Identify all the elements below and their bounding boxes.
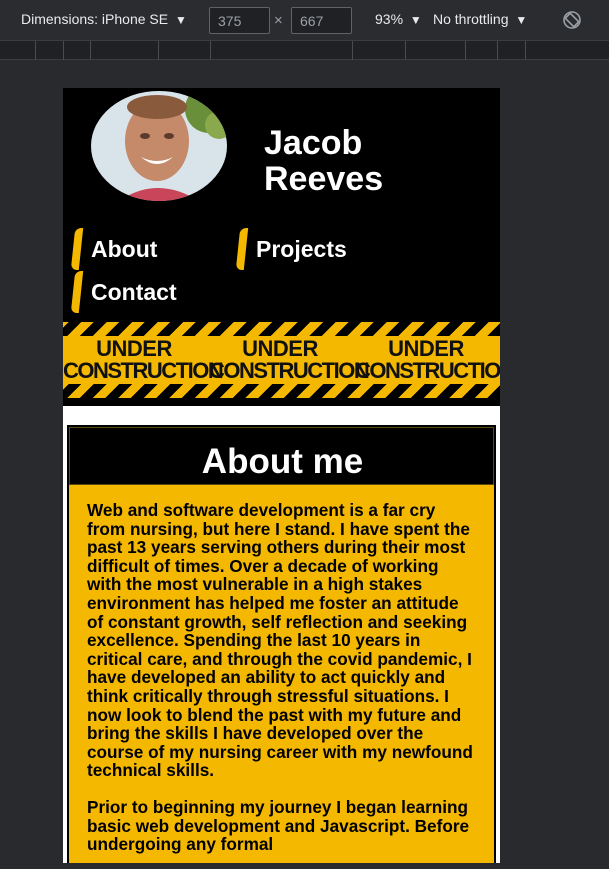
media-query-ruler	[0, 40, 609, 60]
under-construction-banner: UNDER CONSTRUCTION UNDER CONSTRUCTION UN…	[63, 322, 500, 398]
about-paragraph: Prior to beginning my journey I began le…	[87, 796, 470, 855]
devtools-device-toolbar: Dimensions: iPhone SE ▼ × 93% ▼ No throt…	[0, 0, 609, 40]
chevron-down-icon: ▼	[515, 13, 528, 27]
name-first: Jacob	[264, 124, 363, 162]
zoom-value: 93%	[375, 11, 404, 27]
throttling-dropdown[interactable]: No throttling ▼	[433, 11, 527, 27]
rotate-icon[interactable]	[562, 10, 582, 30]
banner-text: UNDER CONSTRUCTION	[209, 336, 370, 383]
nav-accent-bar	[70, 271, 84, 313]
site-header: Jacob Reeves About Projects Contact	[63, 88, 500, 322]
avatar	[91, 91, 227, 201]
banner-text: UNDER CONSTRUCTION	[63, 336, 224, 383]
times-symbol: ×	[274, 12, 283, 29]
nav-link-contact[interactable]: Contact	[70, 271, 177, 313]
zoom-dropdown[interactable]: 93% ▼	[375, 11, 422, 27]
site-owner-name: Jacob Reeves	[264, 125, 383, 197]
nav-label-projects: Projects	[256, 235, 347, 262]
about-paragraph: Web and software development is a far cr…	[87, 500, 473, 781]
throttling-value: No throttling	[433, 11, 509, 27]
nav-link-about[interactable]: About	[70, 228, 158, 270]
hazard-stripe-bottom	[63, 384, 500, 398]
about-section: About me Web and software development is…	[67, 425, 496, 863]
banner-text: UNDER CONSTRUCTION	[355, 336, 500, 383]
nav-label-about: About	[91, 235, 158, 262]
name-last: Reeves	[264, 160, 384, 198]
emulated-viewport: Jacob Reeves About Projects Contact UNDE…	[63, 88, 500, 863]
about-body: Web and software development is a far cr…	[69, 485, 494, 863]
device-dimensions-dropdown[interactable]: Dimensions: iPhone SE ▼	[21, 11, 187, 27]
chevron-down-icon: ▼	[174, 13, 187, 27]
chevron-down-icon: ▼	[409, 13, 422, 27]
nav-link-projects[interactable]: Projects	[235, 228, 347, 270]
viewport-height-input[interactable]	[291, 7, 352, 34]
device-dimensions-label: Dimensions: iPhone SE	[21, 11, 169, 27]
about-title-box: About me	[69, 427, 494, 485]
about-title: About me	[201, 442, 364, 481]
nav-accent-bar	[235, 228, 249, 270]
nav-label-contact: Contact	[91, 278, 177, 305]
viewport-width-input[interactable]	[209, 7, 270, 34]
nav-accent-bar	[70, 228, 84, 270]
banner-divider	[63, 398, 500, 406]
hazard-stripe-top	[63, 322, 500, 336]
